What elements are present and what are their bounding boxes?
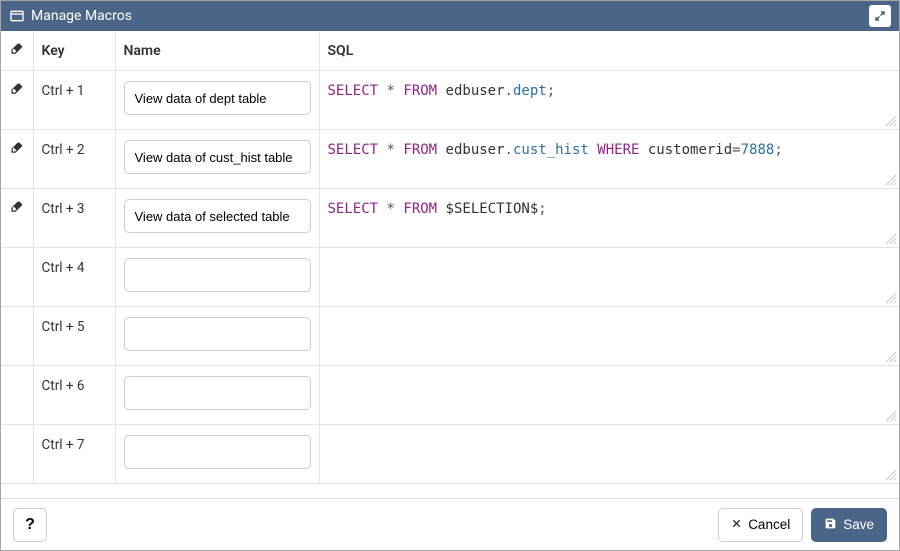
save-label: Save: [843, 517, 874, 532]
name-input[interactable]: [124, 435, 311, 469]
clear-row-icon[interactable]: [9, 140, 24, 155]
cancel-label: Cancel: [748, 517, 790, 532]
footer: ? Cancel Save: [1, 498, 899, 550]
save-icon: [824, 517, 837, 533]
manage-macros-dialog: Manage Macros Key Name SQL: [0, 0, 900, 551]
help-button[interactable]: ?: [13, 508, 47, 542]
name-input[interactable]: [124, 199, 311, 233]
dialog-title: Manage Macros: [31, 8, 869, 24]
dialog-body: Key Name SQL Ctrl + 1 SELECT * FROM edbus…: [1, 31, 899, 498]
sql-cell: [319, 248, 899, 307]
header-row: Key Name SQL: [1, 31, 899, 71]
trash-cell: [1, 366, 33, 425]
trash-cell: [1, 425, 33, 484]
resize-handle-icon[interactable]: [885, 233, 897, 245]
trash-cell: [1, 248, 33, 307]
sql-cell: [319, 425, 899, 484]
titlebar: Manage Macros: [1, 1, 899, 31]
sql-cell: [319, 366, 899, 425]
sql-editor[interactable]: [328, 258, 890, 296]
expand-button[interactable]: [869, 5, 891, 27]
table-row: Ctrl + 5: [1, 307, 899, 366]
name-input[interactable]: [124, 258, 311, 292]
header-trash: [1, 31, 33, 71]
key-cell: Ctrl + 2: [33, 130, 115, 189]
key-cell: Ctrl + 1: [33, 71, 115, 130]
key-cell: Ctrl + 3: [33, 189, 115, 248]
resize-handle-icon[interactable]: [885, 115, 897, 127]
sql-editor[interactable]: [328, 435, 890, 473]
table-row: Ctrl + 3 SELECT * FROM $SELECTION$;: [1, 189, 899, 248]
sql-cell: SELECT * FROM edbuser.dept;: [319, 71, 899, 130]
name-input[interactable]: [124, 317, 311, 351]
name-cell: [115, 130, 319, 189]
macros-icon: [9, 8, 25, 24]
resize-handle-icon[interactable]: [885, 174, 897, 186]
name-cell: [115, 366, 319, 425]
resize-handle-icon[interactable]: [885, 469, 897, 481]
sql-cell: SELECT * FROM $SELECTION$;: [319, 189, 899, 248]
name-cell: [115, 189, 319, 248]
table-row: Ctrl + 2 SELECT * FROM edbuser.cust_hist …: [1, 130, 899, 189]
trash-cell: [1, 130, 33, 189]
save-button[interactable]: Save: [811, 508, 887, 542]
table-row: Ctrl + 6: [1, 366, 899, 425]
header-name: Name: [115, 31, 319, 71]
cancel-button[interactable]: Cancel: [718, 508, 803, 542]
sql-cell: [319, 307, 899, 366]
clear-row-icon[interactable]: [9, 81, 24, 96]
name-cell: [115, 71, 319, 130]
resize-handle-icon[interactable]: [885, 351, 897, 363]
macros-table: Key Name SQL Ctrl + 1 SELECT * FROM edbus…: [1, 31, 899, 484]
sql-editor[interactable]: SELECT * FROM edbuser.dept;: [328, 81, 890, 119]
name-cell: [115, 425, 319, 484]
key-cell: Ctrl + 7: [33, 425, 115, 484]
sql-editor[interactable]: [328, 317, 890, 355]
close-icon: [731, 517, 742, 532]
name-input[interactable]: [124, 140, 311, 174]
sql-editor[interactable]: SELECT * FROM edbuser.cust_hist WHERE cu…: [328, 140, 890, 178]
sql-cell: SELECT * FROM edbuser.cust_hist WHERE cu…: [319, 130, 899, 189]
table-row: Ctrl + 1 SELECT * FROM edbuser.dept;: [1, 71, 899, 130]
resize-handle-icon[interactable]: [885, 410, 897, 422]
table-row: Ctrl + 4: [1, 248, 899, 307]
table-row: Ctrl + 7: [1, 425, 899, 484]
name-input[interactable]: [124, 81, 311, 115]
header-sql: SQL: [319, 31, 899, 71]
header-key: Key: [33, 31, 115, 71]
trash-cell: [1, 189, 33, 248]
table-scroll[interactable]: Key Name SQL Ctrl + 1 SELECT * FROM edbus…: [1, 31, 899, 498]
sql-editor[interactable]: [328, 376, 890, 414]
sql-editor[interactable]: SELECT * FROM $SELECTION$;: [328, 199, 890, 237]
resize-handle-icon[interactable]: [885, 292, 897, 304]
clear-row-icon[interactable]: [9, 199, 24, 214]
key-cell: Ctrl + 5: [33, 307, 115, 366]
name-cell: [115, 248, 319, 307]
key-cell: Ctrl + 6: [33, 366, 115, 425]
trash-cell: [1, 71, 33, 130]
name-cell: [115, 307, 319, 366]
key-cell: Ctrl + 4: [33, 248, 115, 307]
eraser-icon: [9, 44, 24, 60]
trash-cell: [1, 307, 33, 366]
name-input[interactable]: [124, 376, 311, 410]
